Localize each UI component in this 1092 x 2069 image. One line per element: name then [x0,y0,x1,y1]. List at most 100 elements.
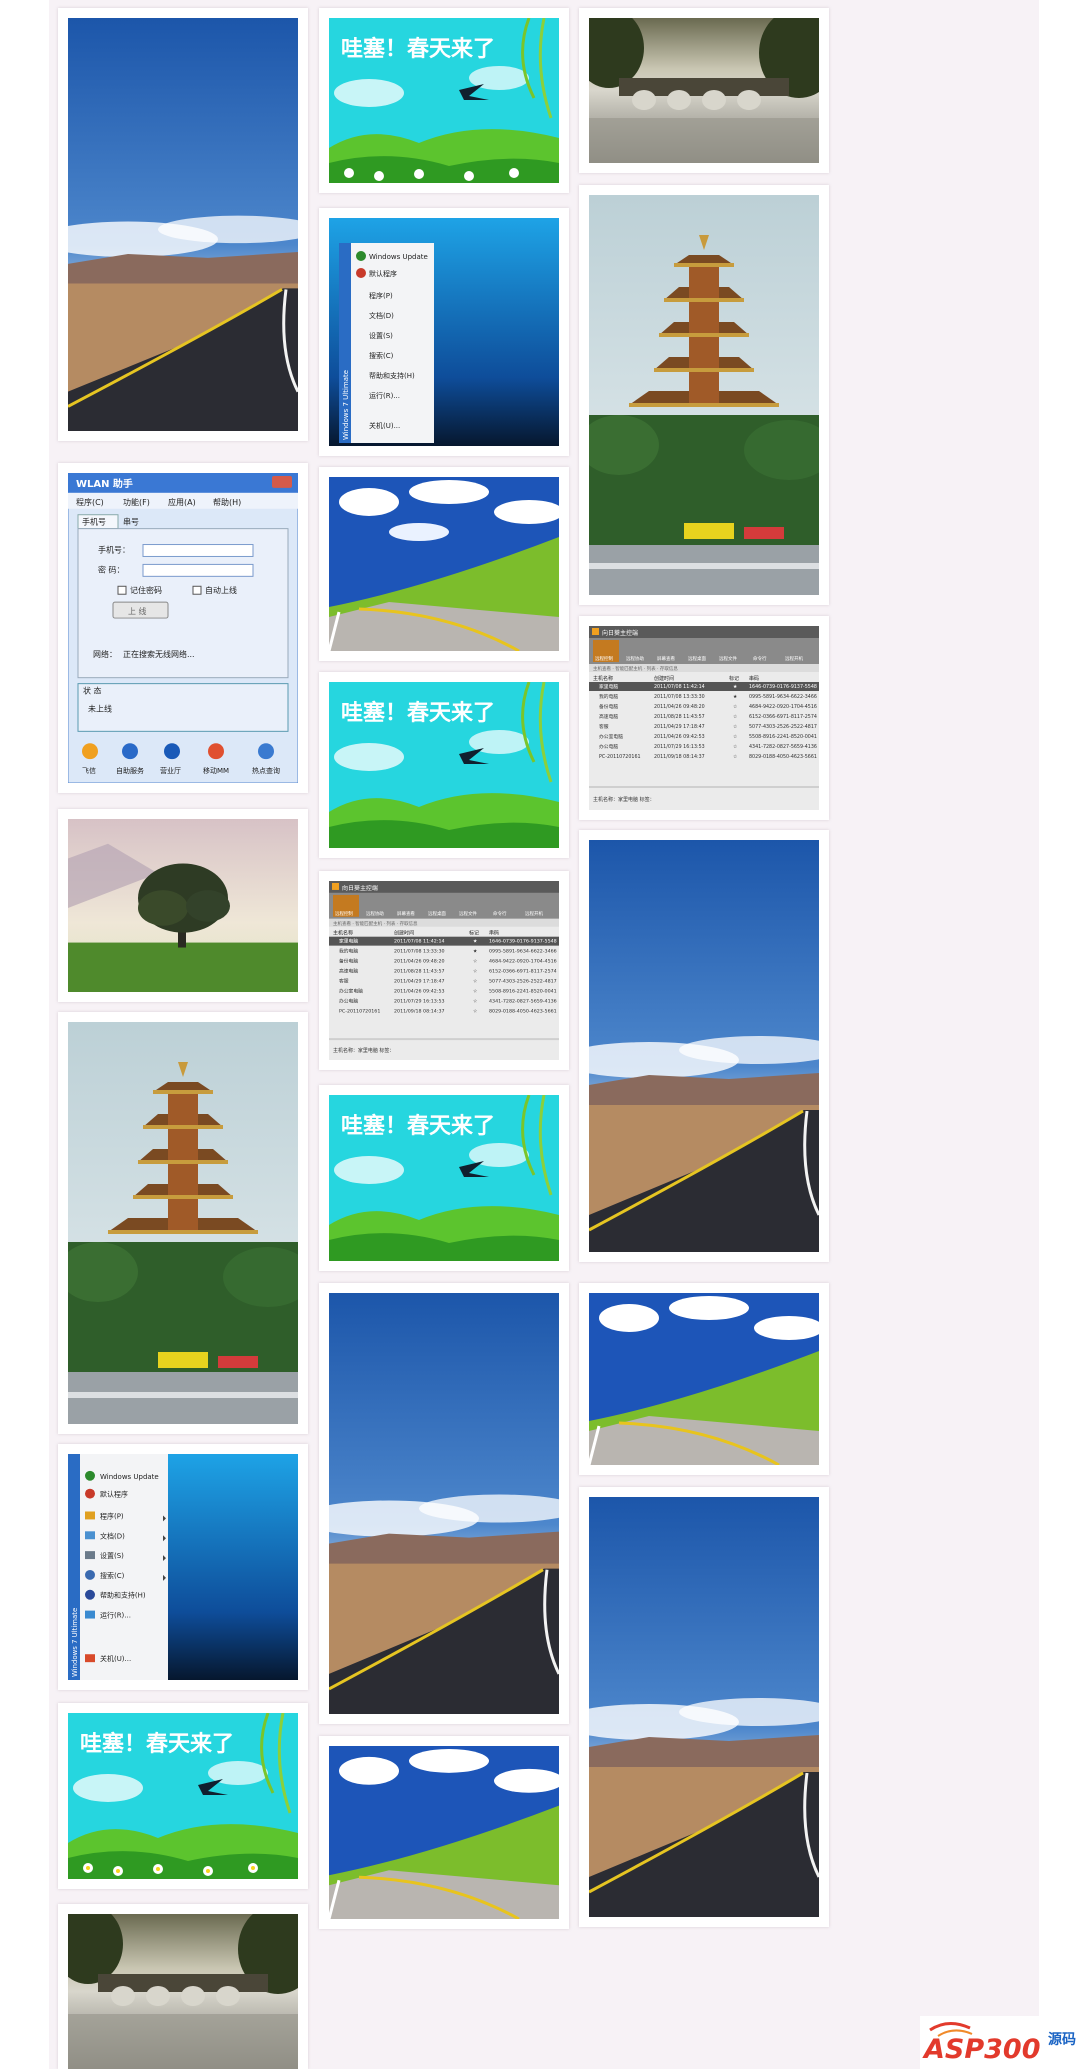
gallery-item[interactable] [58,1012,308,1434]
wlan-menu: 功能(F) [123,497,150,507]
start-menu-screenshot: Windows 7 Ultimate Windows Update 默认程序 程… [329,218,559,446]
svg-text:5077-4303-2526-2522-4817: 5077-4303-2526-2522-4817 [489,978,557,984]
svg-text:8029-0188-4050-4623-5661: 8029-0188-4050-4623-5661 [749,754,817,760]
wlan-shortcut: 移动MM [203,766,229,775]
start-menu-item: 搜索(C) [100,1571,125,1580]
logo-brand: ASP300 [922,2034,1041,2065]
svg-text:2011/08/28 11:43:57: 2011/08/28 11:43:57 [394,969,445,975]
svg-text:办公电脑: 办公电脑 [339,997,358,1004]
remote-column-header: 创建时间 [394,930,414,937]
wlan-window: WLAN 助手 程序(C) 功能(F) 应用(A) 帮助(H) 手机号 串号 手… [68,473,298,783]
wlan-menu: 应用(A) [168,497,196,507]
wlan-auto-login: 自动上线 [205,585,237,595]
svg-text:4684-9422-0920-1704-4516: 4684-9422-0920-1704-4516 [749,704,817,710]
wlan-shortcut: 营业厅 [160,766,181,775]
start-menu-item: 搜索(C) [369,351,394,360]
start-menu-item: 关机(U)... [369,421,400,430]
svg-text:2011/08/28 11:43:57: 2011/08/28 11:43:57 [654,714,705,720]
svg-text:4341-7282-0827-5659-4136: 4341-7282-0827-5659-4136 [489,998,557,1004]
gallery-item[interactable] [58,1904,308,2069]
svg-text:6152-0366-6971-8117-2574: 6152-0366-6971-8117-2574 [749,714,817,720]
wlan-tab: 手机号 [82,517,106,527]
remote-toolbar-item: 远程桌面 [688,655,706,662]
svg-text:☆: ☆ [733,714,737,720]
remote-toolbar-item: 屏幕查看 [397,910,415,917]
gallery-item[interactable]: 向日葵主控端 远程控制 远程协助 屏幕查看 远程桌面 远程文件 命令行 远程开机… [579,616,829,820]
svg-text:2011/04/29 17:18:47: 2011/04/29 17:18:47 [654,724,705,730]
svg-text:☆: ☆ [473,1008,477,1014]
grass-road-photo [329,1746,559,1919]
spring-headline: 哇塞！春天来了 [80,1731,234,1757]
remote-toolbar-item: 命令行 [493,910,507,917]
logo-suffix: 源码 [1048,2031,1076,2048]
start-menu-item: 文档(D) [100,1531,125,1540]
remote-toolbar-item: 远程桌面 [428,910,446,917]
svg-text:5508-8916-2241-8520-0041: 5508-8916-2241-8520-0041 [749,734,817,740]
gallery-item[interactable] [579,1283,829,1475]
gallery-item[interactable]: Windows 7 Ultimate Windows Update 默认程序 程… [319,208,569,456]
svg-text:4684-9422-0920-1704-4516: 4684-9422-0920-1704-4516 [489,959,557,965]
pagoda-photo [68,1022,298,1424]
start-menu-item: 帮助和支持(H) [100,1591,146,1600]
gallery-item[interactable] [579,185,829,605]
start-menu-item: Windows Update [369,253,428,261]
remote-toolbar-item: 远程文件 [459,910,477,917]
remote-tip: 主机查看 · 智能匹配主机 · 列表 · 存取信息 [593,665,678,672]
wlan-tab: 串号 [123,518,139,527]
gallery-item[interactable]: 哇塞！春天来了 [58,1703,308,1889]
wlan-title: WLAN 助手 [76,477,133,490]
svg-text:办公室电脑: 办公室电脑 [339,987,363,994]
spring-headline: 哇塞！春天来了 [341,700,495,726]
start-menu-vertical-label: Windows 7 Ultimate [71,1608,79,1677]
gallery-item[interactable]: WLAN 助手 程序(C) 功能(F) 应用(A) 帮助(H) 手机号 串号 手… [58,463,308,793]
spring-illustration: 哇塞！春天来了 [329,1095,559,1261]
remote-footer: 主机名称：家里电脑 标签： [593,796,655,803]
svg-text:0995-5891-9634-6622-3466: 0995-5891-9634-6622-3466 [489,949,557,955]
svg-text:☆: ☆ [473,959,477,965]
gallery-item[interactable]: 哇塞！春天来了 [319,1085,569,1271]
start-menu-item: 帮助和支持(H) [369,371,415,380]
gallery-item[interactable] [319,1736,569,1929]
bridge-photo [68,1914,298,2069]
gallery-item[interactable] [319,467,569,661]
svg-text:备份电脑: 备份电脑 [599,703,618,710]
remote-toolbar-item: 远程协助 [626,655,644,662]
svg-text:备份电脑: 备份电脑 [339,958,358,965]
svg-text:☆: ☆ [733,744,737,750]
start-menu-item: 运行(R)... [369,391,400,400]
remote-toolbar-item: 远程开机 [525,910,543,917]
gallery-item[interactable]: Windows 7 Ultimate Windows Update 默认程序 程… [58,1444,308,1690]
start-menu-item: 文档(D) [369,311,394,320]
svg-text:☆: ☆ [733,754,737,760]
svg-text:客服: 客服 [599,723,609,730]
spring-illustration: 哇塞！春天来了 [329,682,559,848]
svg-text:2011/07/29 16:13:53: 2011/07/29 16:13:53 [394,998,445,1004]
svg-text:2011/09/18 08:14:37: 2011/09/18 08:14:37 [654,754,705,760]
gallery-item[interactable] [58,809,308,1002]
start-menu-item: 设置(S) [369,331,393,340]
gallery-item[interactable] [58,8,308,441]
gallery-item[interactable]: 向日葵主控端 远程控制 远程协助 屏幕查看 远程桌面 远程文件 命令行 远程开机… [319,871,569,1070]
svg-text:5077-4303-2526-2522-4817: 5077-4303-2526-2522-4817 [749,724,817,730]
gallery-item[interactable]: 哇塞！春天来了 [319,8,569,193]
svg-text:2011/04/26 09:42:53: 2011/04/26 09:42:53 [654,734,705,740]
svg-text:2011/04/26 09:48:20: 2011/04/26 09:48:20 [654,704,705,710]
remote-column-header: 标记 [729,675,739,682]
remote-footer: 主机名称：家里电脑 标签： [333,1047,394,1054]
remote-column-header: 创建时间 [654,675,674,682]
start-menu-screenshot: Windows 7 Ultimate Windows Update 默认程序 程… [68,1454,298,1680]
svg-text:1646-0739-0176-9137-5548: 1646-0739-0176-9137-5548 [749,684,817,690]
gallery-item[interactable] [579,1487,829,1927]
svg-text:2011/09/18 08:14:37: 2011/09/18 08:14:37 [394,1008,445,1014]
gallery-wrapper: WLAN 助手 程序(C) 功能(F) 应用(A) 帮助(H) 手机号 串号 手… [49,0,1039,2069]
wlan-phone-label: 手机号： [98,545,130,555]
start-menu-vertical-label: Windows 7 Ultimate [342,370,350,440]
gallery-item[interactable] [579,830,829,1262]
gallery-item[interactable] [319,1283,569,1724]
gallery-item[interactable] [579,8,829,173]
wlan-menu: 程序(C) [76,497,104,507]
tree-photo [68,819,298,992]
gallery-item[interactable]: 哇塞！春天来了 [319,672,569,858]
svg-text:家里电脑: 家里电脑 [339,938,358,945]
svg-text:★: ★ [733,694,737,700]
